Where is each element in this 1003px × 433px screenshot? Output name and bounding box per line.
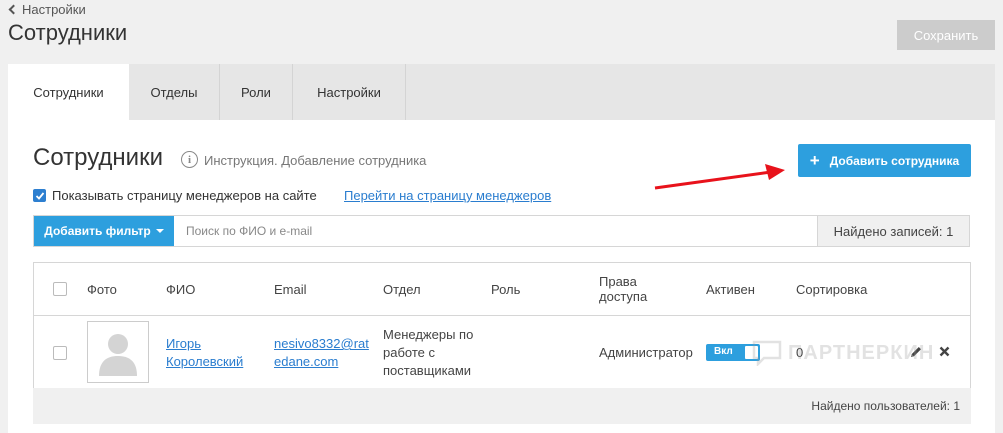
avatar: [87, 321, 149, 383]
plus-icon: +: [809, 150, 820, 170]
row-checkbox[interactable]: [53, 346, 67, 360]
speech-bubble-icon: [752, 340, 782, 366]
col-role: Роль: [491, 282, 521, 297]
back-link[interactable]: Настройки: [8, 2, 86, 17]
show-managers-checkbox[interactable]: [33, 189, 46, 202]
info-icon: i: [181, 151, 198, 168]
select-all-checkbox[interactable]: [53, 282, 67, 296]
search-input[interactable]: [174, 216, 817, 246]
col-department: Отдел: [383, 282, 421, 297]
delete-icon[interactable]: [939, 346, 950, 357]
tab-settings[interactable]: Настройки: [293, 64, 406, 120]
add-filter-button[interactable]: Добавить фильтр: [34, 216, 174, 246]
section-title: Сотрудники: [33, 144, 163, 171]
employee-access: Администратор: [599, 345, 693, 360]
found-users: Найдено пользователей: 1: [33, 388, 971, 424]
save-button[interactable]: Сохранить: [897, 20, 995, 50]
add-filter-label: Добавить фильтр: [44, 224, 151, 238]
filter-bar: Добавить фильтр Найдено записей: 1: [33, 215, 970, 247]
col-name: ФИО: [166, 282, 196, 297]
caret-down-icon: [155, 229, 164, 233]
page-title: Сотрудники: [8, 20, 128, 45]
employee-name-link[interactable]: Игорь Королевский: [166, 335, 258, 371]
col-email: Email: [274, 282, 307, 297]
table-header: Фото ФИО Email Отдел Роль Права доступа …: [34, 263, 970, 315]
col-sort: Сортировка: [796, 282, 868, 297]
tab-departments[interactable]: Отделы: [129, 64, 220, 120]
user-placeholder-icon: [99, 334, 137, 376]
show-managers-option: Показывать страницу менеджеров на сайте: [33, 188, 317, 203]
chevron-left-icon: [8, 4, 19, 15]
col-access: Права доступа: [599, 274, 648, 304]
add-employee-button[interactable]: + Добавить сотрудника: [798, 144, 971, 177]
show-managers-label: Показывать страницу менеджеров на сайте: [52, 188, 317, 203]
active-toggle-label: Вкл: [714, 346, 733, 357]
watermark-text: ПАРТНЕРКИН: [788, 341, 935, 364]
managers-page-link[interactable]: Перейти на страницу менеджеров: [344, 188, 551, 203]
tab-roles[interactable]: Роли: [220, 64, 293, 120]
col-photo: Фото: [87, 282, 117, 297]
employee-department: Менеджеры по работе с поставщиками: [383, 327, 474, 378]
red-arrow-icon: [654, 164, 785, 190]
col-active: Активен: [706, 282, 755, 297]
watermark: ПАРТНЕРКИН: [752, 340, 934, 366]
tab-bar: Сотрудники Отделы Роли Настройки: [8, 64, 995, 120]
found-records: Найдено записей: 1: [817, 216, 969, 246]
tab-employees[interactable]: Сотрудники: [8, 64, 129, 120]
employee-email-link[interactable]: nesivo8332@ratedane.com: [274, 335, 374, 371]
instruction-link[interactable]: Инструкция. Добавление сотрудника: [204, 153, 426, 168]
back-link-label: Настройки: [22, 2, 86, 17]
add-employee-label: Добавить сотрудника: [829, 153, 960, 168]
employees-panel: Сотрудники Отделы Роли Настройки Сотрудн…: [8, 64, 995, 433]
checkmark-icon: [35, 191, 44, 200]
employees-table: Фото ФИО Email Отдел Роль Права доступа …: [33, 262, 971, 390]
